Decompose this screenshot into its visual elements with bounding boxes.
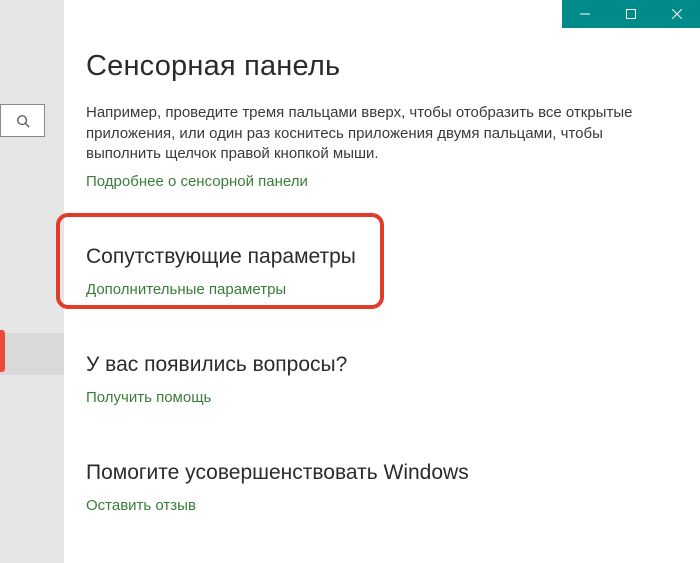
- page-title: Сенсорная панель: [86, 50, 666, 83]
- page-description: Например, проведите тремя пальцами вверх…: [86, 103, 666, 165]
- learn-more-link[interactable]: Подробнее о сенсорной панели: [86, 173, 308, 190]
- sidebar: [0, 0, 64, 563]
- maximize-button[interactable]: [608, 0, 654, 28]
- main-content: Сенсорная панель Например, проведите тре…: [86, 50, 666, 515]
- feedback-link[interactable]: Оставить отзыв: [86, 497, 196, 514]
- window-controls: [562, 0, 700, 28]
- sidebar-item-touchpad[interactable]: [0, 333, 64, 375]
- additional-params-link[interactable]: Дополнительные параметры: [86, 281, 286, 298]
- feedback-section: Помогите усовершенствовать Windows Остав…: [86, 461, 666, 515]
- minimize-button[interactable]: [562, 0, 608, 28]
- feedback-title: Помогите усовершенствовать Windows: [86, 461, 666, 485]
- related-section: Сопутствующие параметры Дополнительные п…: [86, 245, 666, 299]
- search-icon: [16, 114, 30, 128]
- related-title: Сопутствующие параметры: [86, 245, 666, 269]
- minimize-icon: [580, 9, 590, 19]
- help-section: У вас появились вопросы? Получить помощь: [86, 353, 666, 407]
- close-button[interactable]: [654, 0, 700, 28]
- search-input[interactable]: [0, 104, 45, 137]
- get-help-link[interactable]: Получить помощь: [86, 389, 211, 406]
- close-icon: [672, 9, 682, 19]
- help-title: У вас появились вопросы?: [86, 353, 666, 377]
- maximize-icon: [626, 9, 636, 19]
- selection-marker: [0, 330, 5, 372]
